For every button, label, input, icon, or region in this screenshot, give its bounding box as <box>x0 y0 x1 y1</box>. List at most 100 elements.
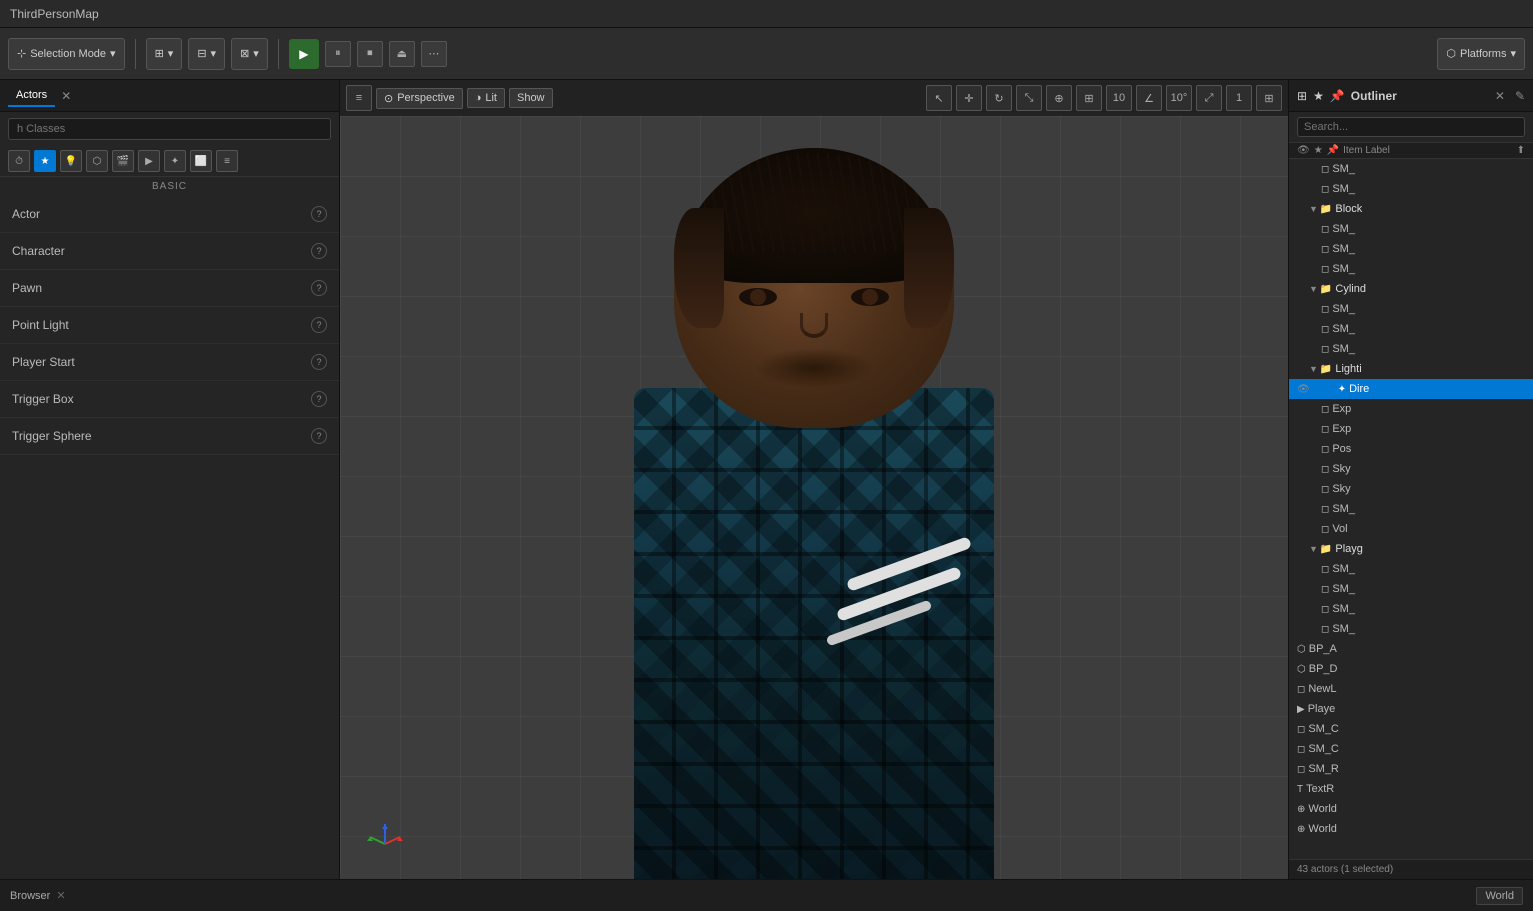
actor-item-character[interactable]: Character ? <box>0 233 339 270</box>
all-classes-icon[interactable]: ≡ <box>216 150 238 172</box>
visibility-icon[interactable]: 👁 <box>1297 384 1310 395</box>
tree-item-playg-folder[interactable]: ▼ 📁 Playg <box>1289 539 1533 559</box>
actor-item-trigger-sphere[interactable]: Trigger Sphere ? <box>0 418 339 455</box>
lit-button[interactable]: ◑ Lit <box>467 88 505 108</box>
volumes-icon[interactable]: ⬜ <box>190 150 212 172</box>
viewport-menu-button[interactable]: ≡ <box>346 85 372 111</box>
tree-item-bp-d[interactable]: ⬡ BP_D <box>1289 659 1533 679</box>
shapes-icon[interactable]: ⬡ <box>86 150 108 172</box>
tree-item-sm12[interactable]: ◻ SM_ <box>1289 599 1533 619</box>
grid-icon[interactable]: ⊞ <box>1076 85 1102 111</box>
tree-item-sm3[interactable]: ◻ SM_ <box>1289 219 1533 239</box>
tree-item-sm6[interactable]: ◻ SM_ <box>1289 299 1533 319</box>
show-button[interactable]: Show <box>509 88 553 108</box>
selection-mode-button[interactable]: ⊹ Selection Mode ▾ <box>8 38 125 70</box>
tree-item-sky1[interactable]: ◻ Sky <box>1289 459 1533 479</box>
mesh-icon: ◻ <box>1297 724 1305 735</box>
browser-tab-close[interactable]: ✕ <box>56 889 65 902</box>
outliner-search-input[interactable] <box>1297 117 1525 137</box>
outliner-filter-icon[interactable]: ⊞ <box>1297 89 1307 103</box>
tree-item-directional-light[interactable]: 👁 ✦ Dire <box>1289 379 1533 399</box>
pause-button[interactable]: ⏸ <box>325 41 351 67</box>
browser-tab[interactable]: Browser ✕ <box>10 889 66 902</box>
perspective-button[interactable]: ⊙ Perspective <box>376 88 463 109</box>
tree-item-textr[interactable]: T TextR <box>1289 779 1533 799</box>
transform-tool-button[interactable]: ⊞ ▾ <box>146 38 183 70</box>
tree-item-smr[interactable]: ◻ SM_R <box>1289 759 1533 779</box>
basic-icon[interactable]: ★ <box>34 150 56 172</box>
tree-item-bp-a[interactable]: ⬡ BP_A <box>1289 639 1533 659</box>
tree-item-smc2[interactable]: ◻ SM_C <box>1289 739 1533 759</box>
tree-item-player[interactable]: ▶ Playe <box>1289 699 1533 719</box>
tree-item-world1[interactable]: ⊕ World <box>1289 799 1533 819</box>
outliner-filter2-icon[interactable]: ★ <box>1313 89 1324 103</box>
cinematics-icon[interactable]: 🎬 <box>112 150 134 172</box>
actor-item-point-light[interactable]: Point Light ? <box>0 307 339 344</box>
tree-item-vol1[interactable]: ◻ Vol <box>1289 519 1533 539</box>
tree-item-sm7[interactable]: ◻ SM_ <box>1289 319 1533 339</box>
visual-effects-icon[interactable]: ✦ <box>164 150 186 172</box>
angle-icon[interactable]: ∠ <box>1136 85 1162 111</box>
outliner-pin-icon[interactable]: 📌 <box>1330 89 1345 103</box>
tree-item-sm8[interactable]: ◻ SM_ <box>1289 339 1533 359</box>
animation-icon[interactable]: ▶ <box>138 150 160 172</box>
select-tool[interactable]: ↖ <box>926 85 952 111</box>
world-button[interactable]: World <box>1476 887 1523 905</box>
tree-item-block-folder[interactable]: ▼ 📁 Block <box>1289 199 1533 219</box>
tree-item-sm9[interactable]: ◻ SM_ <box>1289 499 1533 519</box>
tree-item-lighting-folder[interactable]: ▼ 📁 Lighti <box>1289 359 1533 379</box>
scale-value-1[interactable]: 1 <box>1226 85 1252 111</box>
outliner-edit-button[interactable]: ✎ <box>1515 89 1525 103</box>
eject-button[interactable]: ⏏ <box>389 41 415 67</box>
sort-icon[interactable]: ⬆ <box>1517 145 1525 156</box>
mode-button[interactable]: ⊠ ▾ <box>231 38 268 70</box>
snap-button[interactable]: ⊟ ▾ <box>188 38 225 70</box>
tree-item-sm13[interactable]: ◻ SM_ <box>1289 619 1533 639</box>
tree-item-newl[interactable]: ◻ NewL <box>1289 679 1533 699</box>
tree-item-pos1[interactable]: ◻ Pos <box>1289 439 1533 459</box>
viewport[interactable]: ≡ ⊙ Perspective ◑ Lit Show ↖ ✛ ↻ ⤡ ⊕ ⊞ 1… <box>340 80 1288 879</box>
outliner-close-button[interactable]: ✕ <box>1495 89 1505 103</box>
tree-item-exp2[interactable]: ◻ Exp <box>1289 419 1533 439</box>
tree-item-sm2[interactable]: ◻ SM_ <box>1289 179 1533 199</box>
trigger-box-help-icon[interactable]: ? <box>311 391 327 407</box>
more-button[interactable]: ⋯ <box>421 41 447 67</box>
tree-item-world2[interactable]: ⊕ World <box>1289 819 1533 839</box>
recently-placed-icon[interactable]: ⏱ <box>8 150 30 172</box>
platforms-button[interactable]: ⬡ Platforms ▾ <box>1437 38 1525 70</box>
world-tool[interactable]: ⊕ <box>1046 85 1072 111</box>
tree-item-exp1[interactable]: ◻ Exp <box>1289 399 1533 419</box>
actor-item-trigger-box[interactable]: Trigger Box ? <box>0 381 339 418</box>
tree-item-sm10[interactable]: ◻ SM_ <box>1289 559 1533 579</box>
play-button[interactable]: ▶ <box>289 39 319 69</box>
player-start-help-icon[interactable]: ? <box>311 354 327 370</box>
panel-close-button[interactable]: ✕ <box>61 89 71 103</box>
actors-tab[interactable]: Actors <box>8 85 55 107</box>
angle-value-1[interactable]: 10° <box>1166 85 1192 111</box>
tree-item-cylind-folder[interactable]: ▼ 📁 Cylind <box>1289 279 1533 299</box>
actor-item-actor[interactable]: Actor ? <box>0 196 339 233</box>
stop-button[interactable]: ⏹ <box>357 41 383 67</box>
pawn-help-icon[interactable]: ? <box>311 280 327 296</box>
tree-item-sm1[interactable]: ◻ SM_ <box>1289 159 1533 179</box>
grid-value-1[interactable]: 10 <box>1106 85 1132 111</box>
rotate-tool[interactable]: ↻ <box>986 85 1012 111</box>
scale-icon[interactable]: ⤢ <box>1196 85 1222 111</box>
tree-item-sm5[interactable]: ◻ SM_ <box>1289 259 1533 279</box>
tree-item-sm11[interactable]: ◻ SM_ <box>1289 579 1533 599</box>
search-classes-input[interactable] <box>8 118 331 140</box>
move-tool[interactable]: ✛ <box>956 85 982 111</box>
outliner-tree[interactable]: ◻ SM_ ◻ SM_ ▼ 📁 Block ◻ SM_ <box>1289 159 1533 859</box>
scale-tool[interactable]: ⤡ <box>1016 85 1042 111</box>
point-light-help-icon[interactable]: ? <box>311 317 327 333</box>
lights-icon[interactable]: 💡 <box>60 150 82 172</box>
tree-item-sky2[interactable]: ◻ Sky <box>1289 479 1533 499</box>
tree-item-sm4[interactable]: ◻ SM_ <box>1289 239 1533 259</box>
actor-help-icon[interactable]: ? <box>311 206 327 222</box>
viewport-options[interactable]: ⊞ <box>1256 85 1282 111</box>
actor-item-pawn[interactable]: Pawn ? <box>0 270 339 307</box>
tree-item-smc[interactable]: ◻ SM_C <box>1289 719 1533 739</box>
trigger-sphere-help-icon[interactable]: ? <box>311 428 327 444</box>
character-help-icon[interactable]: ? <box>311 243 327 259</box>
actor-item-player-start[interactable]: Player Start ? <box>0 344 339 381</box>
